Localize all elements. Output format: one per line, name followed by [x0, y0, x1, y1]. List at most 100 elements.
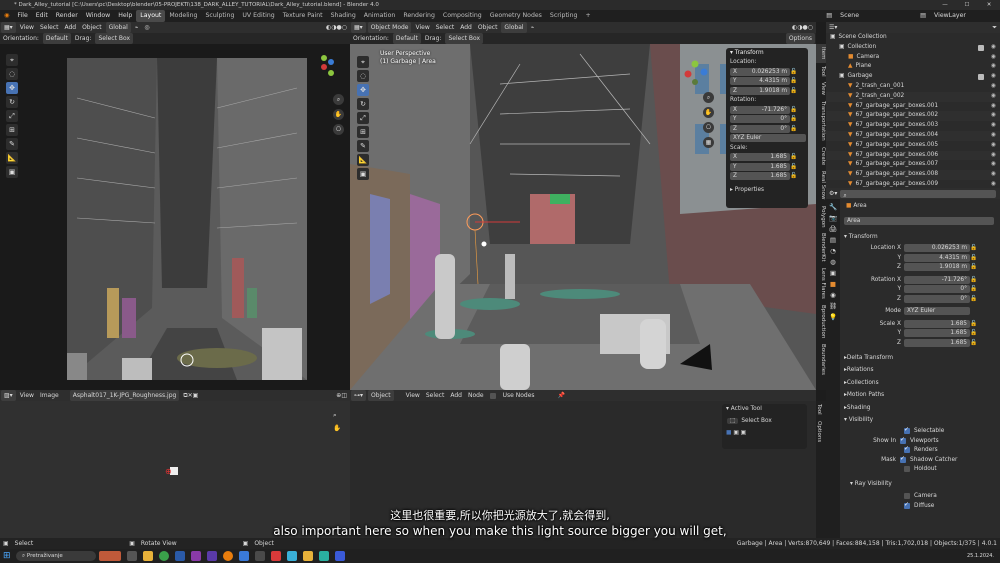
tab-layout[interactable]: Layout [136, 10, 166, 22]
node-menu-view[interactable]: View [403, 390, 423, 401]
transform-header[interactable]: ▾ Transform [726, 48, 808, 58]
outliner-row[interactable]: ▼ 67_garbage_spar_boxes.005 ◉ [826, 141, 1000, 151]
left-menu-view[interactable]: View [17, 22, 37, 33]
transform-section[interactable]: ▾ Transform [842, 232, 998, 242]
tab-sculpting[interactable]: Sculpting [202, 10, 239, 22]
tab-scripting[interactable]: Scripting [546, 10, 582, 22]
lock-icon[interactable]: 🔓 [790, 88, 797, 94]
n-location-field-x[interactable]: X 0.026253 m [730, 67, 790, 76]
n-tab-8[interactable]: Lens Flares [816, 265, 826, 302]
view-layer-tab-icon[interactable]: ▤ [830, 236, 836, 244]
image-slot-icons[interactable]: ⧉✕▣ [180, 390, 201, 401]
outliner-row[interactable]: ■ Camera ◉ [826, 53, 1000, 63]
lock-icon[interactable]: 🔓 [970, 286, 977, 292]
camera-view-icon[interactable]: ⎔ [333, 124, 344, 135]
mode-dropdown[interactable]: Object Mode [367, 22, 412, 33]
app-icon-5[interactable] [303, 551, 313, 561]
lock-icon[interactable]: 🔓 [970, 264, 977, 270]
menu-file[interactable]: File [13, 10, 31, 22]
tab-animation[interactable]: Animation [360, 10, 400, 22]
world-tab-icon[interactable]: ◍ [830, 258, 836, 266]
image-menu-image[interactable]: Image [37, 390, 62, 401]
outliner-row[interactable]: ▼ 2_trash_can_002 ◉ [826, 91, 1000, 102]
shadow-catcher-checkbox[interactable] [900, 455, 906, 463]
move-tool-icon[interactable]: ✥ [6, 82, 18, 94]
exclude-checkbox[interactable] [978, 74, 984, 81]
annotate-tool-icon[interactable]: ✎ [6, 138, 18, 150]
lock-icon[interactable]: 🔓 [970, 330, 977, 336]
output-tab-icon[interactable]: 🖨 [829, 225, 837, 233]
visibility-eye-icon[interactable]: ◉ [991, 102, 996, 112]
prop-location-field[interactable]: 1.9018 m [904, 263, 970, 272]
main-transform-tool-icon[interactable]: ⊞ [357, 126, 369, 138]
n-tab-9[interactable]: Bproduction [816, 302, 826, 341]
main-pan-hand-icon[interactable]: ✋ [703, 107, 714, 118]
main-transform-orientation[interactable]: Global [501, 22, 527, 33]
main-drag-dropdown[interactable]: Select Box [445, 33, 484, 44]
cursor-tool-icon[interactable]: ⌖ [6, 54, 18, 66]
renders-checkbox[interactable] [904, 445, 910, 454]
camera-viewport[interactable]: ⌖ ◌ ✥ ↻ ⤢ ⊞ ✎ 📐 ▣ ⌕ ✋ ⎔ [0, 44, 350, 390]
visibility-eye-icon[interactable]: ◉ [991, 92, 996, 102]
outliner-filter-icon[interactable]: ⏷ [989, 22, 1000, 33]
blender-taskbar-icon[interactable] [223, 551, 233, 561]
outliner-row[interactable]: ▼ 67_garbage_spar_boxes.006 ◉ [826, 150, 1000, 161]
lock-icon[interactable]: 🔓 [790, 116, 797, 122]
image-editor-type-icon[interactable]: ▨▾ [1, 390, 16, 401]
image-view-icons[interactable]: ⊕◫ [333, 390, 350, 401]
main-menu-view[interactable]: View [412, 22, 432, 33]
prop-rotation-field[interactable]: 0° [904, 285, 970, 294]
scene-selector[interactable]: Scene [836, 10, 916, 22]
visibility-eye-icon[interactable]: ◉ [991, 141, 996, 151]
main-menu-object[interactable]: Object [475, 22, 501, 33]
lock-icon[interactable]: 🔓 [970, 340, 977, 346]
visibility-eye-icon[interactable]: ◉ [991, 62, 996, 72]
object-tab-icon[interactable]: ■ [830, 280, 836, 288]
prop-section-0[interactable]: ▸ Delta Transform [842, 352, 998, 365]
camera-ray-checkbox[interactable] [904, 493, 910, 500]
outliner-row[interactable]: ▣ Collection ◉ [826, 43, 1000, 53]
app-icon-4[interactable] [287, 551, 297, 561]
tab-geometry-nodes[interactable]: Geometry Nodes [486, 10, 546, 22]
orientation-dropdown[interactable]: Default [42, 33, 71, 44]
n-tab-3[interactable]: Transportation [816, 98, 826, 144]
visibility-eye-icon[interactable]: ◉ [991, 170, 996, 180]
windows-start-icon[interactable]: ⊞ [3, 551, 13, 561]
main-ortho-icon[interactable]: ▦ [703, 137, 714, 148]
lock-icon[interactable]: 🔓 [790, 164, 797, 170]
n-tab-4[interactable]: Create [816, 144, 826, 168]
visibility-eye-icon[interactable]: ◉ [991, 82, 996, 92]
main-snap-icon[interactable]: ⌁ [528, 22, 538, 33]
select-box-icon[interactable]: ⬚ [727, 418, 739, 425]
lock-icon[interactable]: 🔓 [790, 107, 797, 113]
outliner-row[interactable]: ▣ Garbage ◉ [826, 72, 1000, 82]
left-menu-select[interactable]: Select [37, 22, 62, 33]
app-icon-3[interactable] [271, 551, 281, 561]
main-orientation-dropdown[interactable]: Default [392, 33, 421, 44]
lock-icon[interactable]: 🔓 [970, 245, 977, 251]
file-explorer-icon[interactable] [143, 551, 153, 561]
n-tab-2[interactable]: View [816, 79, 826, 98]
premiere-icon[interactable] [191, 551, 201, 561]
scale-tool-icon[interactable]: ⤢ [6, 110, 18, 122]
node-menu-add[interactable]: Add [447, 390, 465, 401]
visibility-eye-icon[interactable]: ◉ [991, 121, 996, 131]
editor-type-icon[interactable]: ▦▾ [1, 22, 16, 33]
node-object-dropdown[interactable]: Object [368, 390, 394, 401]
n-rotation-field-y[interactable]: Y 0° [730, 115, 790, 124]
selectable-checkbox[interactable] [904, 426, 910, 435]
prop-rotation-field[interactable]: -71.726° [904, 275, 970, 284]
node-tab-tool[interactable]: Tool [816, 401, 822, 418]
app-icon-7[interactable] [335, 551, 345, 561]
n-tab-10[interactable]: Boundaries [816, 341, 826, 378]
viewlayer-selector[interactable]: ViewLayer [930, 10, 1000, 22]
lock-icon[interactable]: 🔓 [790, 69, 797, 75]
main-cursor-tool-icon[interactable]: ⌖ [357, 56, 369, 68]
outliner-row[interactable]: ▼ 67_garbage_spar_boxes.003 ◉ [826, 121, 1000, 131]
prop-section-3[interactable]: ▸ Motion Paths [842, 389, 998, 402]
outliner-row[interactable]: ▼ 67_garbage_spar_boxes.007 ◉ [826, 160, 1000, 170]
add-workspace-button[interactable]: + [581, 10, 594, 22]
mode-dropdown[interactable]: XYZ Euler [904, 307, 970, 316]
main-gizmo[interactable] [680, 58, 710, 90]
lock-icon[interactable]: 🔓 [970, 296, 977, 302]
